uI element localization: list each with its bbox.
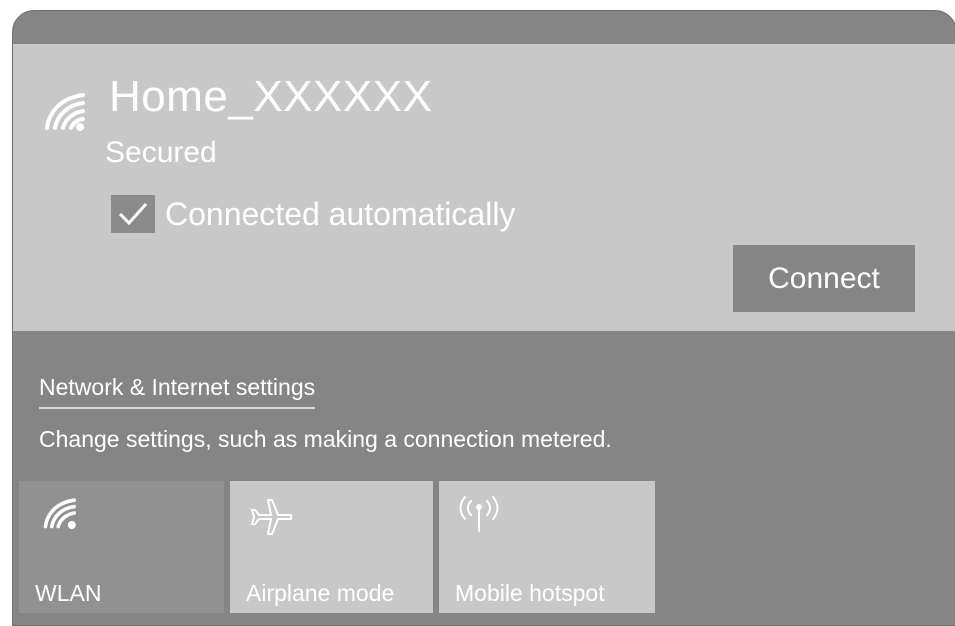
- wifi-icon: [43, 498, 76, 529]
- airplane-icon: [250, 499, 292, 535]
- auto-connect-row[interactable]: Connected automatically: [111, 194, 515, 234]
- network-settings-description: Change settings, such as making a connec…: [39, 426, 612, 452]
- auto-connect-checkbox[interactable]: [111, 195, 155, 233]
- mobile-hotspot-label: Mobile hotspot: [455, 580, 605, 606]
- airplane-mode-label: Airplane mode: [246, 580, 395, 606]
- airplane-mode-quick-action[interactable]: Airplane mode: [230, 481, 433, 613]
- auto-connect-label: Connected automatically: [165, 195, 516, 232]
- connect-button[interactable]: Connect: [733, 245, 915, 312]
- checkmark-icon: [118, 202, 148, 226]
- network-item-card[interactable]: Home_XXXXXX Secured Connected automatica…: [13, 44, 955, 331]
- wlan-label: WLAN: [35, 580, 102, 606]
- network-settings-link[interactable]: Network & Internet settings: [39, 374, 316, 409]
- network-security-status: Secured: [105, 136, 217, 169]
- network-ssid: Home_XXXXXX: [109, 72, 433, 121]
- mobile-hotspot-quick-action[interactable]: Mobile hotspot: [439, 481, 655, 613]
- wifi-icon: [45, 93, 85, 131]
- hotspot-icon: [459, 496, 499, 532]
- flyout-top-strip: [13, 11, 955, 44]
- network-flyout: Home_XXXXXX Secured Connected automatica…: [12, 10, 955, 626]
- wlan-quick-action[interactable]: WLAN: [19, 481, 224, 613]
